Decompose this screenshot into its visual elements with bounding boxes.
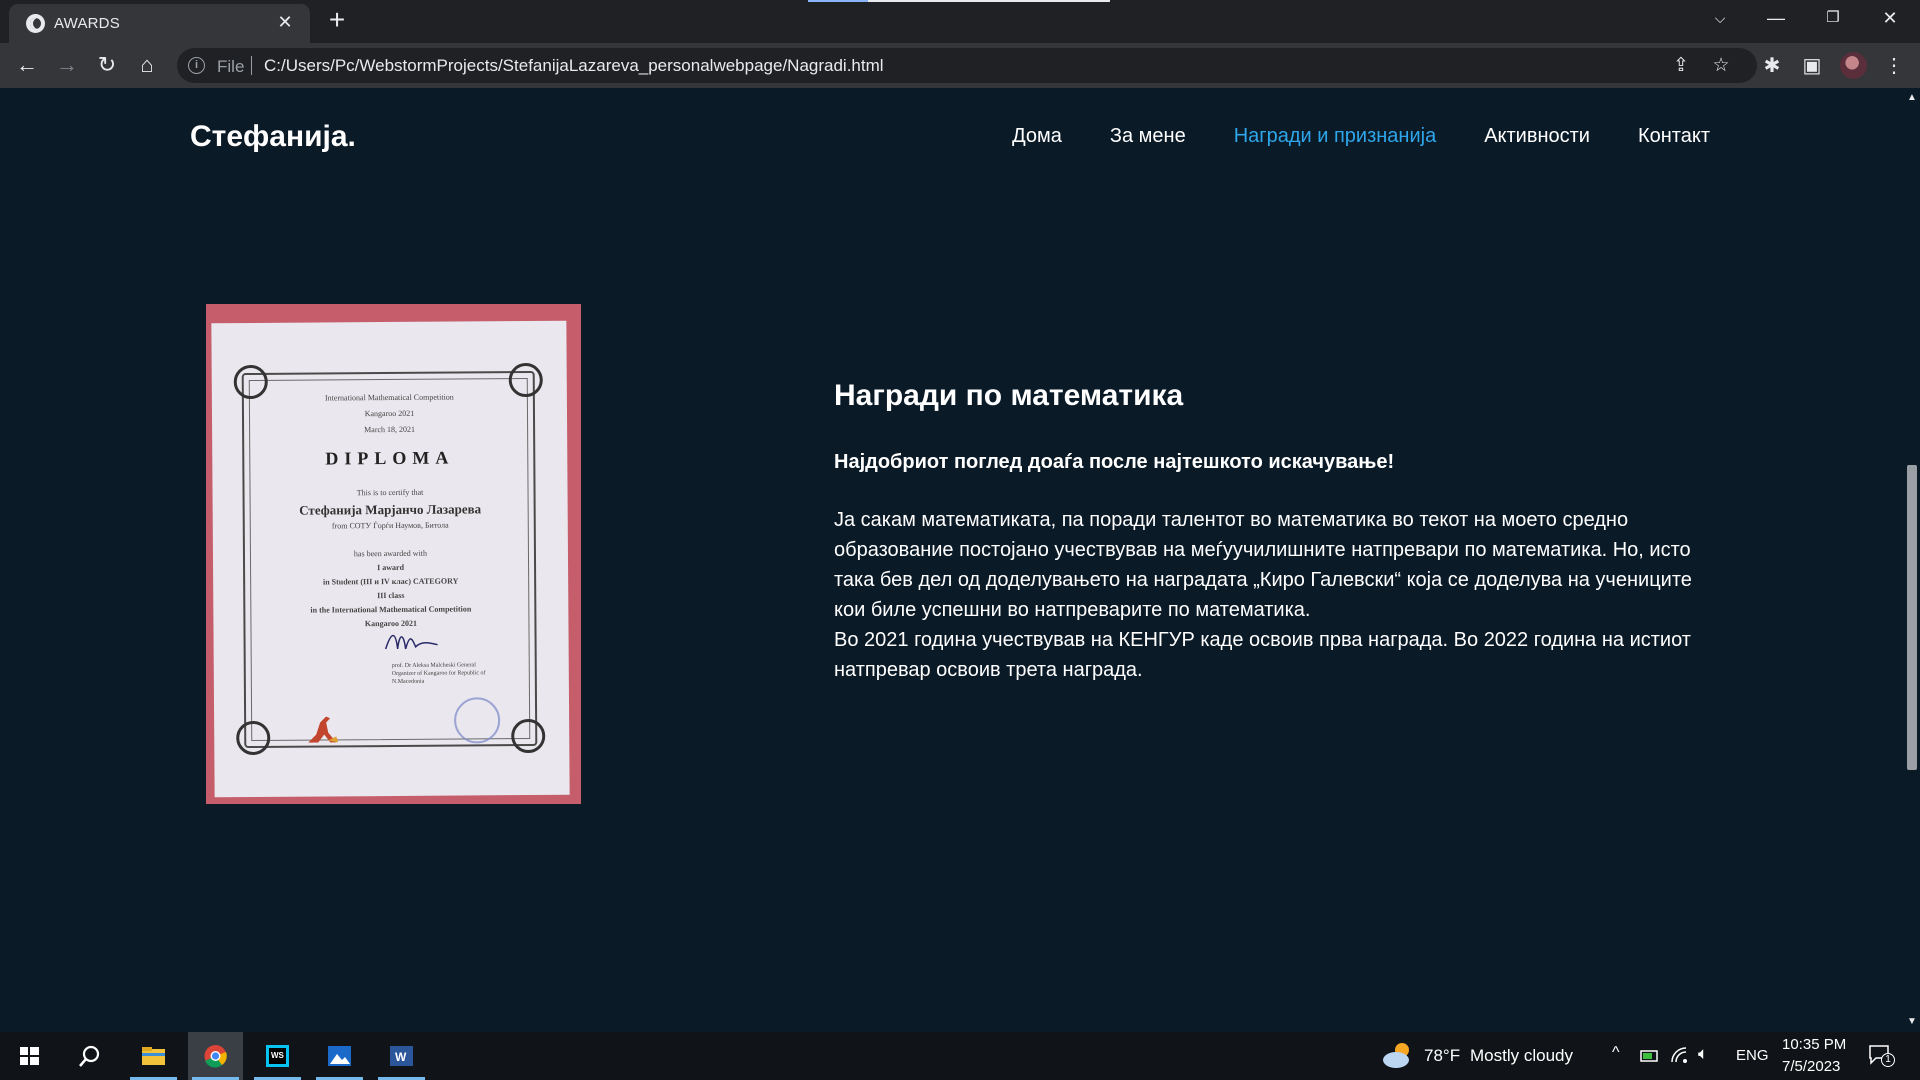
browser-tab[interactable]: AWARDS ✕ [9, 4, 310, 43]
notifications-button[interactable]: 1 [1868, 1044, 1895, 1067]
svg-text:WS: WS [271, 1051, 285, 1060]
article-line: Ја сакам математиката, па поради таленто… [834, 509, 1629, 531]
language-indicator[interactable]: ENG [1736, 1047, 1769, 1064]
tab-title: AWARDS [54, 15, 120, 32]
diploma-heading: DIPLOMA [325, 447, 455, 469]
weather-description[interactable]: Mostly cloudy [1470, 1046, 1573, 1066]
chrome-icon [204, 1045, 227, 1068]
address-bar[interactable]: i File C:/Users/Pc/WebstormProjects/Stef… [177, 48, 1757, 83]
kangaroo-logo-icon [308, 716, 339, 743]
weather-cloud-icon[interactable] [1380, 1040, 1416, 1072]
webstorm-icon: WS [266, 1045, 289, 1067]
clock-date[interactable]: 7/5/2023 [1782, 1058, 1840, 1075]
url-text[interactable]: C:/Users/Pc/WebstormProjects/StefanijaLa… [264, 56, 884, 76]
nav-link-contact[interactable]: Контакт [1638, 125, 1710, 148]
page-scrollbar[interactable]: ▲ ▼ [1903, 88, 1920, 1032]
restore-button[interactable]: ❐ [1805, 0, 1861, 36]
taskbar-chrome[interactable] [188, 1032, 243, 1080]
reload-button[interactable]: ↻ [92, 50, 122, 80]
side-panel-icon[interactable]: ▣ [1797, 51, 1827, 81]
home-button[interactable]: ⌂ [132, 50, 162, 80]
minimize-button[interactable]: — [1748, 0, 1804, 36]
taskbar-webstorm[interactable]: WS [250, 1032, 305, 1080]
windows-logo-icon [20, 1047, 39, 1065]
article-line: натпревар освоив трета награда. [834, 659, 1143, 681]
tab-loading-bar [808, 0, 1110, 2]
battery-icon[interactable] [1640, 1048, 1660, 1064]
folder-icon [142, 1047, 165, 1065]
clock-time[interactable]: 10:35 PM [1782, 1036, 1846, 1053]
diploma-signature-text: prof. Dr Aleksa Malcheski General Organi… [391, 662, 486, 685]
search-button[interactable] [62, 1032, 117, 1080]
globe-icon [26, 14, 45, 33]
nav-link-awards[interactable]: Награди и признанија [1234, 125, 1436, 148]
info-icon[interactable]: i [188, 57, 205, 74]
scroll-down-arrow-icon[interactable]: ▼ [1907, 1016, 1917, 1027]
tab-close-icon[interactable]: ✕ [274, 11, 296, 33]
new-tab-button[interactable]: + [322, 6, 352, 36]
forward-button[interactable]: → [52, 50, 82, 80]
url-scheme-label: File [217, 57, 245, 76]
nav-link-about[interactable]: За мене [1110, 125, 1186, 148]
wifi-icon[interactable] [1670, 1046, 1690, 1064]
article-line: Во 2021 година учествував на КЕНГУР каде… [834, 629, 1691, 651]
diploma-sheet: International Mathematical Competition K… [211, 320, 570, 798]
bookmark-star-icon[interactable]: ☆ [1709, 54, 1733, 78]
chevron-up-icon[interactable]: ^ [1612, 1044, 1620, 1062]
article-title: Награди по математика [834, 379, 1184, 412]
taskbar-word[interactable]: W [374, 1032, 429, 1080]
word-icon: W [390, 1046, 413, 1066]
site-brand[interactable]: Стефанија. [190, 120, 356, 154]
share-icon[interactable]: ⇪ [1669, 54, 1693, 78]
article-line: така бев дел од доделувањето на наградат… [834, 569, 1692, 591]
diploma-recipient-name: Стефанија Марјанчо Лазарева [299, 501, 482, 518]
scrollbar-thumb[interactable] [1907, 465, 1917, 770]
extensions-icon[interactable]: ✱ [1757, 51, 1787, 81]
ornament-bottom-left [236, 720, 271, 756]
diploma-photo: International Mathematical Competition K… [206, 304, 581, 804]
search-icon [79, 1045, 100, 1067]
windows-taskbar: WS W 78°F Mostly cloudy ^ 🔈︎ ENG 10:35 P… [0, 1032, 1920, 1080]
taskbar-photos[interactable] [312, 1032, 367, 1080]
svg-text:W: W [395, 1050, 407, 1064]
article-line: кои биле успешни во натпреварите по мате… [834, 599, 1311, 621]
menu-kebab-icon[interactable]: ⋮ [1879, 51, 1909, 81]
close-window-button[interactable]: ✕ [1862, 0, 1918, 36]
article-paragraph: Ја сакам математиката, па поради таленто… [834, 505, 1714, 685]
taskbar-file-explorer[interactable] [126, 1032, 181, 1080]
weather-temperature[interactable]: 78°F [1424, 1046, 1460, 1066]
scroll-up-arrow-icon[interactable]: ▲ [1907, 92, 1917, 103]
nav-link-activities[interactable]: Активности [1484, 125, 1590, 148]
signature-scribble [384, 634, 438, 650]
ornament-bottom-right [511, 718, 546, 754]
url-separator [251, 56, 252, 75]
profile-avatar[interactable] [1840, 52, 1867, 79]
article-line: образование постојано учествував на меѓу… [834, 539, 1691, 561]
speaker-icon[interactable]: 🔈︎ [1698, 1044, 1708, 1064]
official-stamp [453, 697, 501, 744]
photos-icon [328, 1046, 351, 1066]
notification-count-badge: 1 [1881, 1053, 1895, 1067]
site-nav: Дома За мене Награди и признанија Активн… [1012, 125, 1710, 148]
back-button[interactable]: ← [12, 50, 42, 80]
browser-tabstrip: AWARDS ✕ + ⌵ — ❐ ✕ [0, 0, 1920, 43]
nav-link-home[interactable]: Дома [1012, 125, 1062, 148]
article-quote: Најдобриот поглед доаѓа после најтешкото… [834, 451, 1395, 473]
start-button[interactable] [2, 1032, 57, 1080]
browser-toolbar: ← → ↻ ⌂ i File C:/Users/Pc/WebstormProje… [0, 43, 1920, 88]
web-page: Стефанија. Дома За мене Награди и призна… [0, 88, 1903, 1032]
tab-search-icon[interactable]: ⌵ [1692, 0, 1748, 36]
